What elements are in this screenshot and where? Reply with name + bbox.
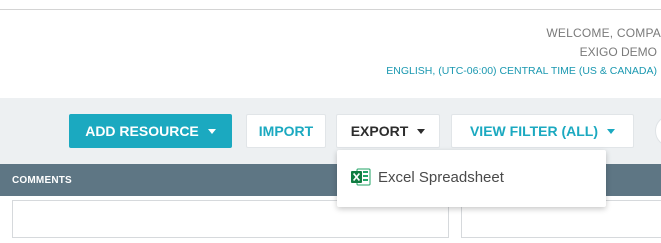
excel-spreadsheet-label: Excel Spreadsheet [378, 168, 504, 186]
export-dropdown-menu: Excel Spreadsheet [337, 150, 606, 207]
top-divider [0, 9, 661, 10]
view-filter-button[interactable]: VIEW FILTER (ALL) [451, 114, 634, 148]
welcome-text: WELCOME, COMPA [546, 26, 661, 40]
export-excel-menu-item[interactable]: Excel Spreadsheet [351, 168, 504, 186]
add-resource-label: ADD RESOURCE [85, 123, 199, 139]
chevron-down-icon [417, 128, 426, 134]
tenant-name[interactable]: EXIGO DEMO [386, 44, 661, 60]
view-filter-label: VIEW FILTER (ALL) [469, 123, 599, 139]
round-action-button[interactable] [655, 115, 661, 147]
chevron-down-icon [607, 128, 616, 134]
locale-timezone-link[interactable]: ENGLISH, (UTC-06:00) CENTRAL TIME (US & … [386, 64, 661, 78]
export-label: EXPORT [350, 123, 409, 139]
user-info: WELCOME, COMPA EXIGO DEMO ENGLISH, (UTC-… [386, 25, 661, 78]
excel-icon [351, 168, 371, 186]
export-button[interactable]: EXPORT [336, 114, 440, 148]
chevron-down-icon [207, 128, 216, 134]
column-header-comments[interactable]: COMMENTS [12, 175, 72, 186]
import-button[interactable]: IMPORT [246, 114, 326, 148]
add-resource-button[interactable]: ADD RESOURCE [69, 114, 232, 148]
import-label: IMPORT [258, 123, 314, 139]
